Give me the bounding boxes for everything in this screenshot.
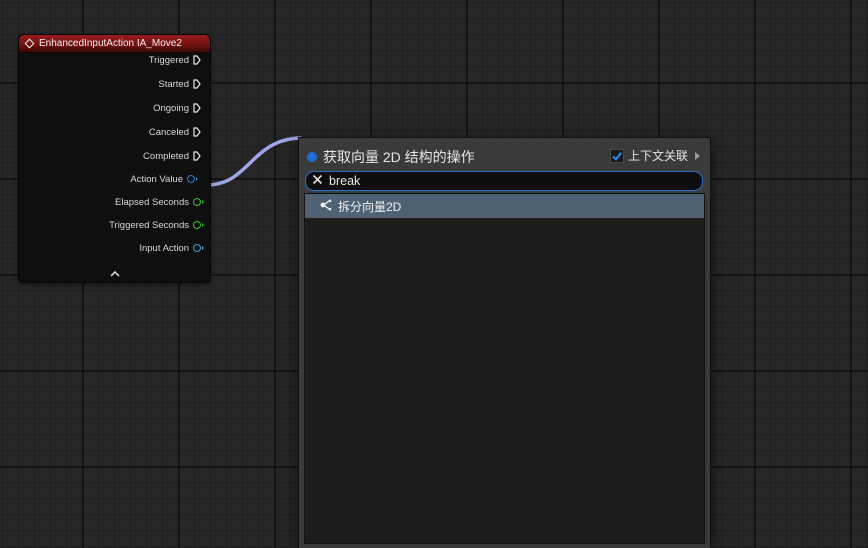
caret-right-icon[interactable] <box>695 151 700 160</box>
pin-triggered[interactable]: Triggered <box>149 53 201 67</box>
node-header[interactable]: EnhancedInputAction IA_Move2 <box>19 35 210 53</box>
close-icon[interactable] <box>312 172 323 190</box>
exec-pin-icon[interactable] <box>193 127 201 137</box>
pin-label: Input Action <box>139 242 189 254</box>
pin-label: Ongoing <box>153 102 189 114</box>
pin-input-action[interactable]: Input Action <box>139 241 204 255</box>
result-item-break-vector2d[interactable]: 拆分向量2D <box>305 194 704 218</box>
menu-title: 获取向量 2D 结构的操作 <box>307 147 475 167</box>
pin-elapsed-seconds[interactable]: Elapsed Seconds <box>115 195 204 209</box>
context-sensitive-toggle[interactable]: 上下文关联 <box>609 147 700 164</box>
context-sensitive-checkbox[interactable] <box>609 148 624 163</box>
pin-triggered-seconds[interactable]: Triggered Seconds <box>109 218 204 232</box>
exec-pin-icon[interactable] <box>193 55 201 65</box>
pin-label: Canceled <box>148 126 189 138</box>
pin-arrow-icon <box>202 223 204 227</box>
data-pin-icon[interactable] <box>187 175 198 183</box>
break-struct-icon <box>319 199 333 214</box>
event-diamond-icon <box>24 38 35 49</box>
pin-completed[interactable]: Completed <box>143 149 201 163</box>
exec-pin-icon[interactable] <box>193 151 201 161</box>
struct-pin-dot-icon <box>307 152 317 162</box>
pin-canceled[interactable]: Canceled <box>149 125 201 139</box>
result-item-label: 拆分向量2D <box>338 199 402 214</box>
pin-label: Triggered <box>148 54 189 66</box>
search-input[interactable] <box>329 174 669 188</box>
search-box[interactable] <box>305 171 703 191</box>
pin-label: Started <box>158 78 189 90</box>
node-title: EnhancedInputAction IA_Move2 <box>39 38 182 49</box>
data-pin-icon[interactable] <box>193 198 204 206</box>
exec-pin-icon[interactable] <box>193 79 201 89</box>
data-pin-icon[interactable] <box>193 244 204 252</box>
pin-arrow-icon <box>196 177 198 181</box>
data-pin-icon[interactable] <box>193 221 204 229</box>
chevron-up-icon[interactable] <box>19 269 210 280</box>
node-pins: Triggered Started Ongoing Canceled Completed… <box>19 53 210 282</box>
enhanced-input-action-node[interactable]: EnhancedInputAction IA_Move2 Triggered St… <box>19 35 210 282</box>
pin-started[interactable]: Started <box>158 77 201 91</box>
exec-pin-icon[interactable] <box>193 103 201 113</box>
pin-label: Completed <box>143 150 189 162</box>
pin-action-value[interactable]: Action Value <box>130 172 201 186</box>
pin-label: Triggered Seconds <box>109 219 189 231</box>
context-sensitive-label: 上下文关联 <box>627 149 688 163</box>
pin-ongoing[interactable]: Ongoing <box>153 101 201 115</box>
pin-arrow-icon <box>202 200 204 204</box>
context-action-menu[interactable]: 获取向量 2D 结构的操作 上下文关联 拆分向量2D <box>299 138 710 548</box>
pin-arrow-icon <box>202 246 204 250</box>
pin-label: Action Value <box>130 173 183 185</box>
menu-title-text: 获取向量 2D 结构的操作 <box>323 149 475 165</box>
pin-label: Elapsed Seconds <box>115 196 189 208</box>
results-list[interactable]: 拆分向量2D <box>304 193 705 544</box>
